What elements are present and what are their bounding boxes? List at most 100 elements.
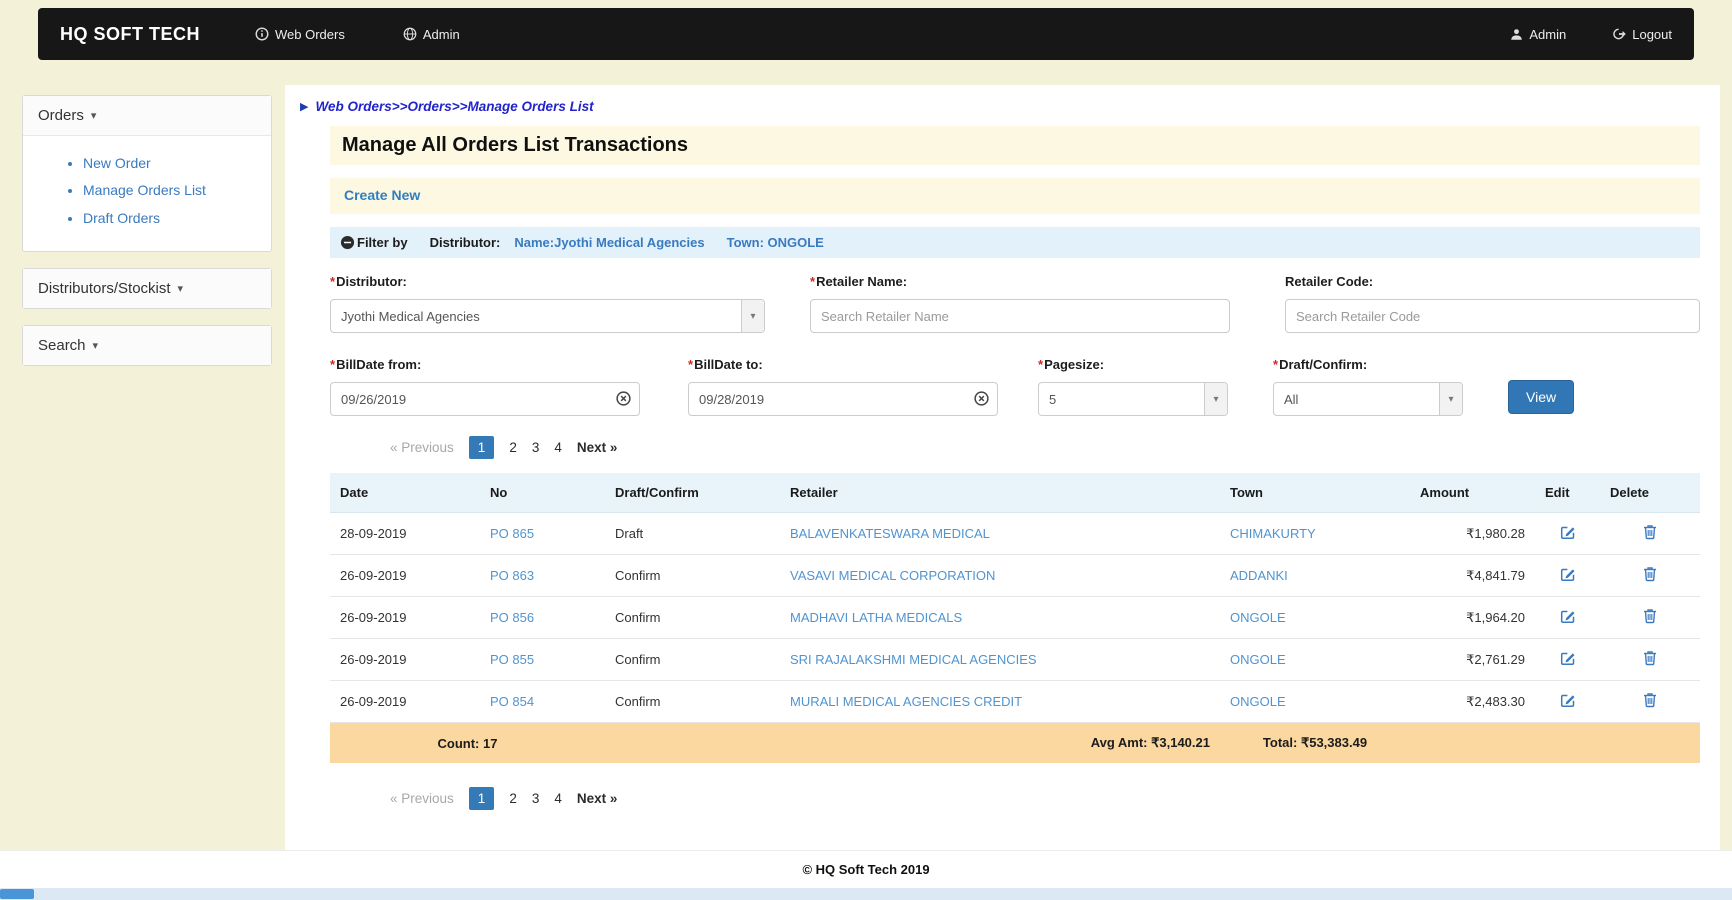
order-retailer-link[interactable]: SRI RAJALAKSHMI MEDICAL AGENCIES	[790, 652, 1037, 667]
order-no-link[interactable]: PO 854	[490, 694, 534, 709]
delete-icon[interactable]	[1643, 692, 1657, 708]
summary-row: Count: 17 Avg Amt: ₹3,140.21 Total: ₹53,…	[330, 722, 1700, 763]
edit-icon[interactable]	[1560, 650, 1576, 666]
pagination-page-4[interactable]: 4	[554, 791, 562, 806]
retailer-code-input[interactable]	[1285, 299, 1700, 333]
pagination-next[interactable]: Next »	[577, 440, 618, 455]
pagination-page-2[interactable]: 2	[509, 440, 517, 455]
retailer-name-label: *Retailer Name:	[810, 274, 908, 289]
order-row: 26-09-2019 PO 863 Confirm VASAVI MEDICAL…	[330, 554, 1700, 597]
sidebar-item-new-order[interactable]: New Order	[83, 153, 218, 173]
filter-distributor-label: Distributor:	[429, 235, 501, 250]
order-amount: ₹2,761.29	[1410, 638, 1535, 681]
delete-icon[interactable]	[1643, 524, 1657, 540]
order-town-link[interactable]: ONGOLE	[1230, 610, 1286, 625]
caret-down-icon: ▾	[90, 110, 97, 122]
sidebar-section-search[interactable]: Search ▾	[23, 325, 271, 365]
order-town-link[interactable]: ADDANKI	[1230, 568, 1288, 583]
pagination-next[interactable]: Next »	[577, 791, 618, 806]
order-amount: ₹4,841.79	[1410, 554, 1535, 597]
order-date: 26-09-2019	[330, 596, 480, 639]
pagination-page-1[interactable]: 1	[468, 787, 495, 810]
pagesize-label: *Pagesize:	[1038, 357, 1105, 372]
retailer-name-input[interactable]	[810, 299, 1230, 333]
col-header-edit: Edit	[1535, 473, 1600, 513]
new-order-link[interactable]: New Order	[83, 155, 151, 171]
collapse-minus-icon[interactable]	[340, 235, 355, 250]
required-mark: *	[688, 357, 694, 372]
edit-icon[interactable]	[1560, 608, 1576, 624]
pagination-page-1[interactable]: 1	[468, 436, 495, 459]
col-header-town: Town	[1220, 473, 1410, 513]
pagesize-select[interactable]: 5	[1038, 382, 1228, 416]
order-amount: ₹2,483.30	[1410, 680, 1535, 723]
required-mark: *	[810, 274, 816, 289]
pagination-previous[interactable]: « Previous	[390, 440, 454, 455]
clear-date-icon[interactable]	[974, 391, 989, 406]
edit-icon[interactable]	[1560, 566, 1576, 582]
nav-admin-user[interactable]: Admin	[1510, 27, 1566, 42]
draft-confirm-select[interactable]: All	[1273, 382, 1463, 416]
billdate-to-wrap	[688, 382, 998, 416]
order-retailer-link[interactable]: MURALI MEDICAL AGENCIES CREDIT	[790, 694, 1022, 709]
distributor-select[interactable]: Jyothi Medical Agencies	[330, 299, 765, 333]
caret-down-icon: ▾	[177, 282, 184, 295]
order-retailer-link[interactable]: VASAVI MEDICAL CORPORATION	[790, 568, 995, 583]
billdate-to-input[interactable]	[688, 382, 998, 416]
draft-orders-link[interactable]: Draft Orders	[83, 210, 160, 226]
order-retailer-link[interactable]: MADHAVI LATHA MEDICALS	[790, 610, 962, 625]
order-row: 26-09-2019 PO 855 Confirm SRI RAJALAKSHM…	[330, 638, 1700, 681]
view-button[interactable]: View	[1508, 380, 1575, 414]
info-icon	[255, 27, 269, 41]
delete-icon[interactable]	[1643, 650, 1657, 666]
summary-total: Total: ₹53,383.49	[1220, 722, 1410, 763]
order-date: 26-09-2019	[330, 554, 480, 597]
delete-icon[interactable]	[1643, 566, 1657, 582]
create-new-link[interactable]: Create New	[344, 187, 420, 203]
order-no-link[interactable]: PO 856	[490, 610, 534, 625]
sidebar-section-orders[interactable]: Orders ▾	[23, 96, 271, 135]
order-no-link[interactable]: PO 865	[490, 526, 534, 541]
nav-admin-menu-label: Admin	[422, 26, 460, 42]
edit-icon[interactable]	[1560, 524, 1576, 540]
clear-date-icon[interactable]	[616, 391, 631, 406]
order-status: Confirm	[605, 596, 780, 639]
order-status: Confirm	[605, 554, 780, 597]
draft-confirm-select-wrap: All ▾	[1273, 382, 1463, 416]
breadcrumb-text[interactable]: Web Orders>>Orders>>Manage Orders List	[315, 99, 593, 114]
sidebar-item-draft-orders[interactable]: Draft Orders	[83, 208, 218, 228]
col-header-amount: Amount	[1410, 473, 1535, 513]
nav-web-orders-label: Web Orders	[275, 26, 345, 42]
page-footer: © HQ Soft Tech 2019	[0, 850, 1732, 888]
pagination-page-3[interactable]: 3	[532, 440, 540, 455]
pagination-page-2[interactable]: 2	[509, 791, 517, 806]
distributor-select-wrap: Jyothi Medical Agencies ▾	[330, 299, 765, 333]
logout-icon	[1612, 27, 1626, 41]
order-town-link[interactable]: ONGOLE	[1230, 694, 1286, 709]
summary-empty	[1535, 722, 1600, 763]
nav-admin-menu[interactable]: Admin	[403, 27, 460, 42]
pagination-previous[interactable]: « Previous	[390, 791, 454, 806]
order-town-link[interactable]: CHIMAKURTY	[1230, 526, 1316, 541]
scrollbar-thumb[interactable]	[0, 889, 34, 899]
sidebar-panel-orders: Orders ▾ New Order Manage Orders List Dr…	[22, 95, 272, 252]
edit-icon[interactable]	[1560, 692, 1576, 708]
nav-web-orders[interactable]: Web Orders	[255, 27, 345, 42]
order-town-link[interactable]: ONGOLE	[1230, 652, 1286, 667]
order-no-link[interactable]: PO 863	[490, 568, 534, 583]
order-amount: ₹1,980.28	[1410, 512, 1535, 555]
pagination-top: « Previous 1 2 3 4 Next »	[390, 436, 1700, 459]
billdate-to-field-group: *BillDate to:	[688, 357, 998, 416]
delete-icon[interactable]	[1643, 608, 1657, 624]
order-no-link[interactable]: PO 855	[490, 652, 534, 667]
pagination-page-4[interactable]: 4	[554, 440, 562, 455]
sidebar-item-manage-orders-list[interactable]: Manage Orders List	[83, 180, 218, 200]
filter-distributor-name: Name:Jyothi Medical Agencies	[514, 235, 705, 250]
billdate-from-input[interactable]	[330, 382, 640, 416]
nav-logout[interactable]: Logout	[1612, 27, 1672, 42]
pagination-page-3[interactable]: 3	[532, 791, 540, 806]
manage-orders-list-link[interactable]: Manage Orders List	[83, 182, 206, 198]
order-retailer-link[interactable]: BALAVENKATESWARA MEDICAL	[790, 526, 990, 541]
sidebar-section-distributors[interactable]: Distributors/Stockist ▾	[23, 268, 271, 308]
horizontal-scrollbar[interactable]	[0, 888, 1732, 900]
